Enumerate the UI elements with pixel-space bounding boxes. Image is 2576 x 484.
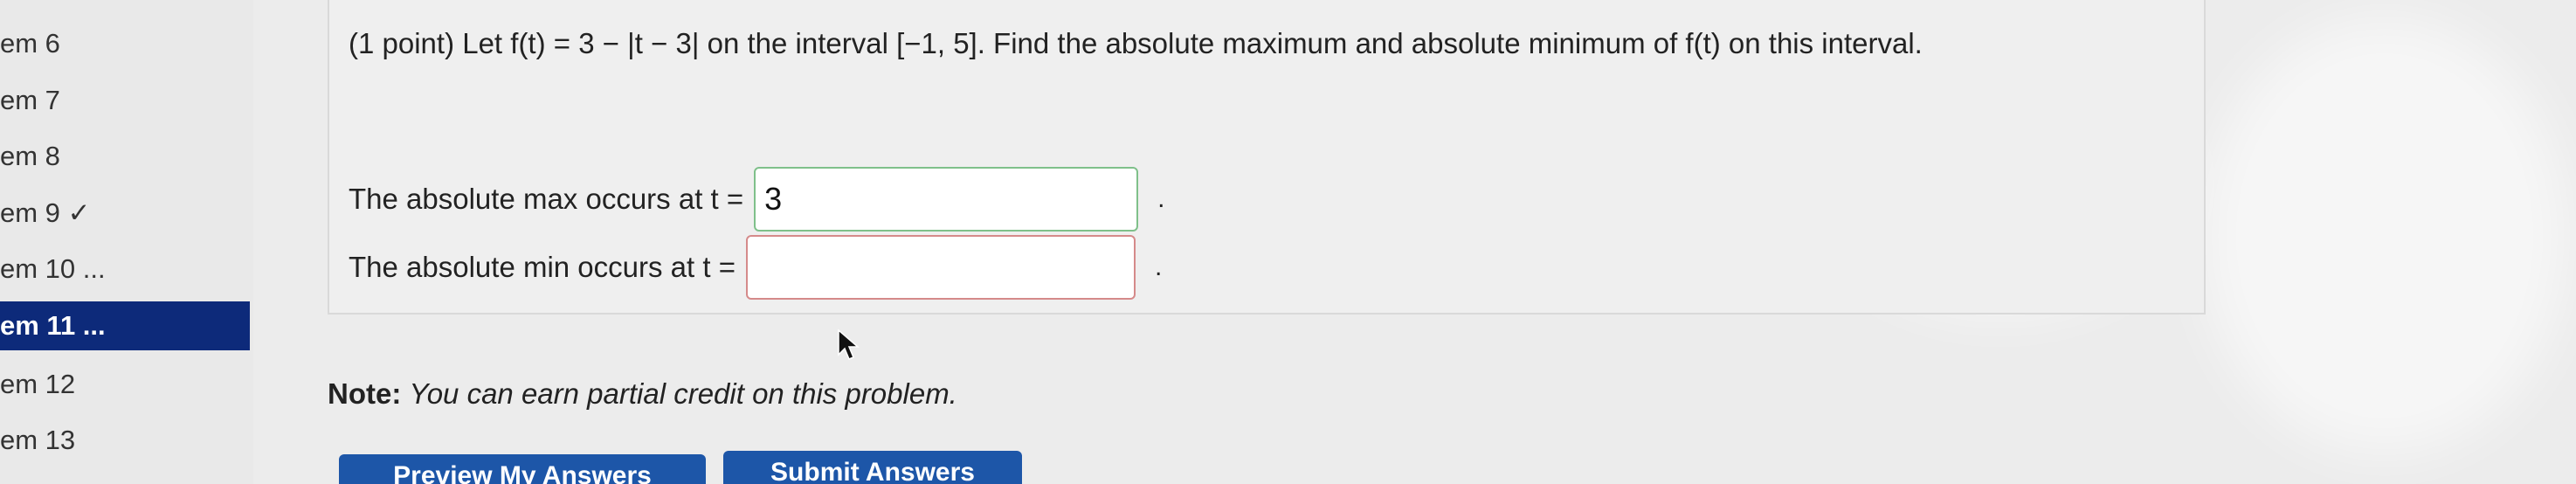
max-answer-period: . — [1157, 184, 1165, 213]
min-answer-label: The absolute min occurs at t = — [349, 251, 736, 283]
note-prefix: Note: — [328, 377, 402, 410]
sidebar-item-problem-6[interactable]: em 6 — [0, 19, 250, 68]
submit-answers-button[interactable]: Submit Answers — [723, 451, 1022, 484]
min-answer-row: The absolute min occurs at t = . — [349, 232, 1162, 302]
problem-list-sidebar: em 6 em 7 em 8 em 9 ✓ em 10 ... em 11 ..… — [0, 0, 253, 484]
max-answer-input[interactable] — [754, 167, 1139, 232]
partial-credit-note: Note: You can earn partial credit on thi… — [328, 377, 957, 411]
preview-answers-button[interactable]: Preview My Answers — [339, 454, 706, 484]
sidebar-item-problem-13[interactable]: em 13 — [0, 416, 250, 465]
sidebar-item-problem-9[interactable]: em 9 ✓ — [0, 189, 250, 238]
problem-statement: (1 point) Let f(t) = 3 − |t − 3| on the … — [349, 27, 1923, 59]
problem-box: (1 point) Let f(t) = 3 − |t − 3| on the … — [328, 0, 2206, 315]
sidebar-item-problem-10[interactable]: em 10 ... — [0, 245, 250, 294]
min-answer-period: . — [1154, 252, 1163, 281]
sidebar-item-problem-12[interactable]: em 12 — [0, 360, 250, 409]
max-answer-label: The absolute max occurs at t = — [349, 183, 744, 215]
sidebar-item-problem-8[interactable]: em 8 — [0, 132, 250, 181]
mouse-cursor-icon — [838, 328, 860, 360]
max-answer-row: The absolute max occurs at t = . — [349, 164, 1164, 234]
screen-glare — [2201, 17, 2568, 454]
sidebar-item-problem-11[interactable]: em 11 ... — [0, 301, 250, 350]
note-text: You can earn partial credit on this prob… — [409, 377, 957, 410]
min-answer-input[interactable] — [745, 235, 1136, 300]
sidebar-item-problem-7[interactable]: em 7 — [0, 76, 250, 125]
